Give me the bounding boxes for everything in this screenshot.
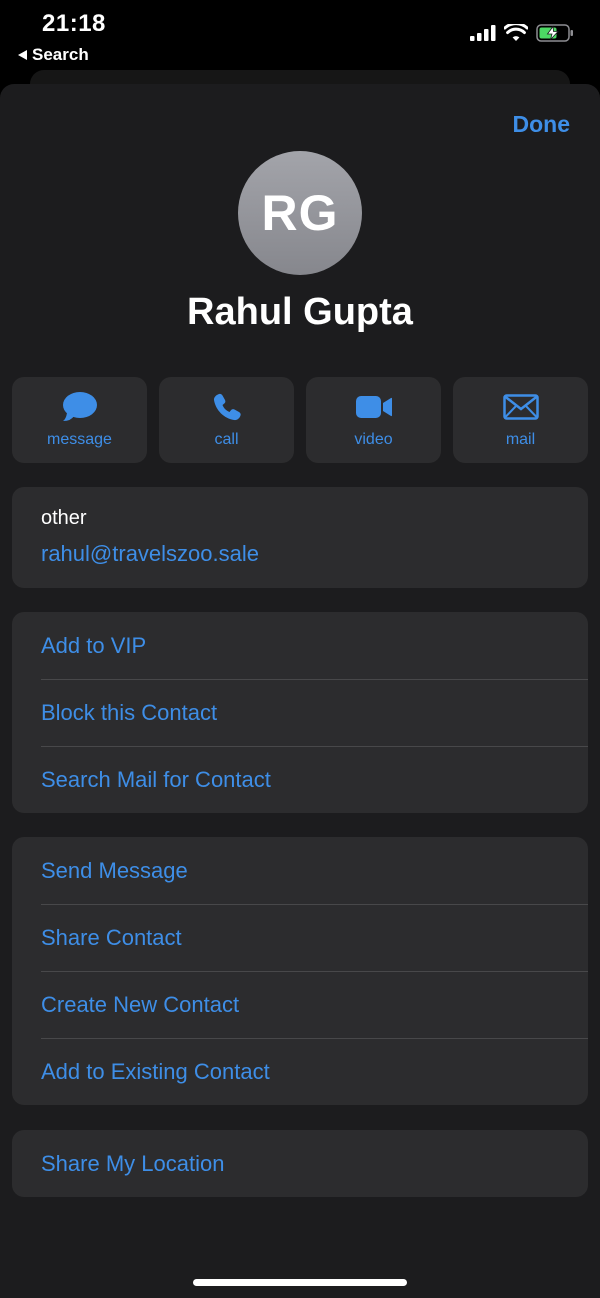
message-bubble-icon <box>62 392 97 421</box>
call-action-button[interactable]: call <box>159 377 294 463</box>
video-action-label: video <box>354 431 393 448</box>
contact-name: Rahul Gupta <box>187 291 413 333</box>
share-contact-button[interactable]: Share Contact <box>12 904 588 971</box>
battery-charging-icon <box>536 24 573 42</box>
message-action-label: message <box>47 431 112 448</box>
location-group: Share My Location <box>12 1130 588 1197</box>
back-to-search-link[interactable]: Search <box>18 45 89 65</box>
avatar: RG <box>238 151 362 275</box>
done-button[interactable]: Done <box>513 111 571 138</box>
email-address-link[interactable]: rahul@travelszoo.sale <box>41 541 259 567</box>
status-bar: 21:18 Search <box>0 0 600 80</box>
back-arrow-icon <box>18 50 27 60</box>
cellular-signal-icon <box>470 25 496 41</box>
contact-card-sheet: Done RG Rahul Gupta message call video m… <box>0 84 600 1298</box>
back-label: Search <box>32 45 89 64</box>
home-indicator[interactable] <box>193 1279 407 1286</box>
add-to-vip-button[interactable]: Add to VIP <box>12 612 588 679</box>
wifi-icon <box>504 24 528 41</box>
mail-action-label: mail <box>505 431 536 448</box>
email-info-card: other rahul@travelszoo.sale <box>12 487 588 588</box>
video-camera-icon <box>355 396 392 418</box>
email-label: other <box>41 507 87 529</box>
quick-actions: message call video mail <box>12 377 588 463</box>
call-action-label: call <box>214 431 239 448</box>
status-icons <box>470 24 574 42</box>
message-action-button[interactable]: message <box>12 377 147 463</box>
share-my-location-button[interactable]: Share My Location <box>12 1130 588 1197</box>
video-action-button[interactable]: video <box>306 377 441 463</box>
add-to-existing-contact-button[interactable]: Add to Existing Contact <box>12 1038 588 1105</box>
create-new-contact-button[interactable]: Create New Contact <box>12 971 588 1038</box>
envelope-icon <box>502 394 539 420</box>
search-mail-for-contact-button[interactable]: Search Mail for Contact <box>12 746 588 813</box>
block-contact-button[interactable]: Block this Contact <box>12 679 588 746</box>
contact-actions-group: Send Message Share Contact Create New Co… <box>12 837 588 1105</box>
phone-icon <box>213 393 241 421</box>
mail-action-button[interactable]: mail <box>453 377 588 463</box>
send-message-button[interactable]: Send Message <box>12 837 588 904</box>
status-time: 21:18 <box>42 10 106 37</box>
contact-options-group: Add to VIP Block this Contact Search Mai… <box>12 612 588 813</box>
